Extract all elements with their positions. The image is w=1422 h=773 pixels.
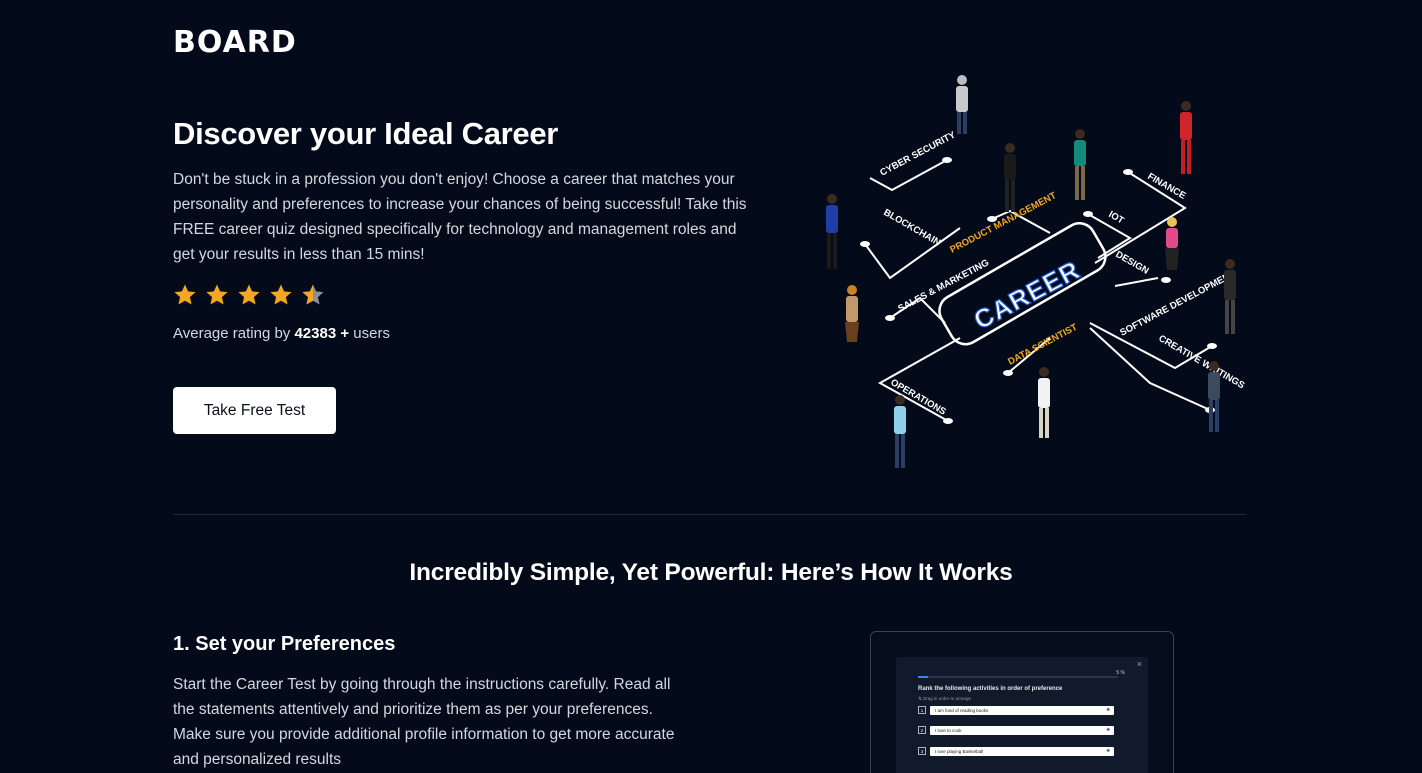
how-it-works-title: Incredibly Simple, Yet Powerful: Here’s … [409, 559, 1013, 586]
rank-text: I am fond of reading books [935, 707, 989, 713]
preview-question: Rank the following activities in order o… [918, 686, 1063, 692]
step-1-title: 1. Set your Preferences [173, 633, 396, 655]
branch-label-product-management: PRODUCT MANAGEMENT [948, 190, 1058, 256]
star-full-icon [270, 284, 292, 305]
drag-handle-icon: ✥ [1106, 727, 1110, 732]
person-figure [1165, 217, 1179, 270]
person-figure [845, 285, 859, 342]
drag-handle-icon: ✥ [1106, 707, 1110, 712]
branch-label-creative-writings: CREATIVE WRITINGS [1157, 333, 1247, 391]
drag-handle-icon: ✥ [1106, 748, 1110, 753]
career-map-illustration: CYBER SECURITY BLOCKCHAIN PRODUCT MANAGE… [826, 75, 1247, 468]
branch-label-iot: IOT [1107, 209, 1126, 227]
hero-title: Discover your Ideal Career [173, 116, 559, 151]
close-icon: × [1136, 659, 1142, 669]
person-figure [1004, 143, 1016, 212]
preview-rank-item: 3 I love playing Basketball ✥ [918, 746, 1114, 756]
rating-prefix: Average rating by [173, 325, 295, 342]
rank-number: 3 [918, 747, 926, 755]
person-figure [1224, 259, 1236, 334]
person-figure [826, 194, 838, 269]
branch-label-blockchain: BLOCKCHAIN [882, 207, 943, 249]
preview-hint-text: Drag in order to arrange [923, 696, 972, 701]
star-half-icon [302, 284, 324, 305]
rank-number: 2 [918, 726, 926, 734]
people-figures [826, 75, 1236, 468]
person-figure [956, 75, 968, 134]
preview-rank-item: 1 I am fond of reading books ✥ [918, 705, 1114, 715]
person-figure [1180, 101, 1192, 174]
rank-text: I love playing Basketball [935, 748, 984, 754]
rank-field: I love playing Basketball ✥ [930, 746, 1114, 756]
branch-label-design: DESIGN [1114, 249, 1151, 277]
take-free-test-button[interactable]: Take Free Test [173, 387, 336, 434]
star-rating [173, 283, 325, 307]
rating-suffix: users [349, 325, 390, 342]
preview-rank-item: 2 I love to cook ✥ [918, 725, 1114, 735]
quiz-preview-card: × 5 % Rank the following activities in o… [870, 631, 1174, 773]
person-figure [1074, 129, 1086, 200]
star-full-icon [238, 284, 260, 305]
person-figure [1038, 367, 1050, 438]
average-rating: Average rating by 42383 + users [173, 325, 390, 342]
rank-field: I love to cook ✥ [930, 725, 1114, 735]
rank-number: 1 [918, 706, 926, 714]
preview-hint: ⇅ Drag in order to arrange [918, 696, 972, 701]
person-figure [894, 395, 906, 468]
rank-text: I love to cook [935, 727, 962, 733]
quiz-preview-screen: × 5 % Rank the following activities in o… [896, 657, 1148, 773]
progress-bar [918, 676, 1118, 678]
branch-label-data-scientist: DATA SCIENTIST [1006, 322, 1079, 368]
section-divider [173, 514, 1246, 515]
branch-label-cyber-security: CYBER SECURITY [878, 129, 958, 178]
board-logo[interactable]: BOARD [173, 28, 303, 58]
logo-text: BOARD [173, 25, 297, 60]
progress-bar-fill [918, 676, 928, 678]
hero-description: Don't be stuck in a profession you don't… [173, 171, 747, 263]
rank-field: I am fond of reading books ✥ [930, 705, 1114, 715]
step-1-description: Start the Career Test by going through t… [173, 676, 675, 768]
star-full-icon [174, 284, 196, 305]
rating-count: 42383 + [294, 325, 350, 342]
branch-label-software-development: SOFTWARE DEVELOPMENT [1118, 268, 1237, 338]
star-full-icon [206, 284, 228, 305]
